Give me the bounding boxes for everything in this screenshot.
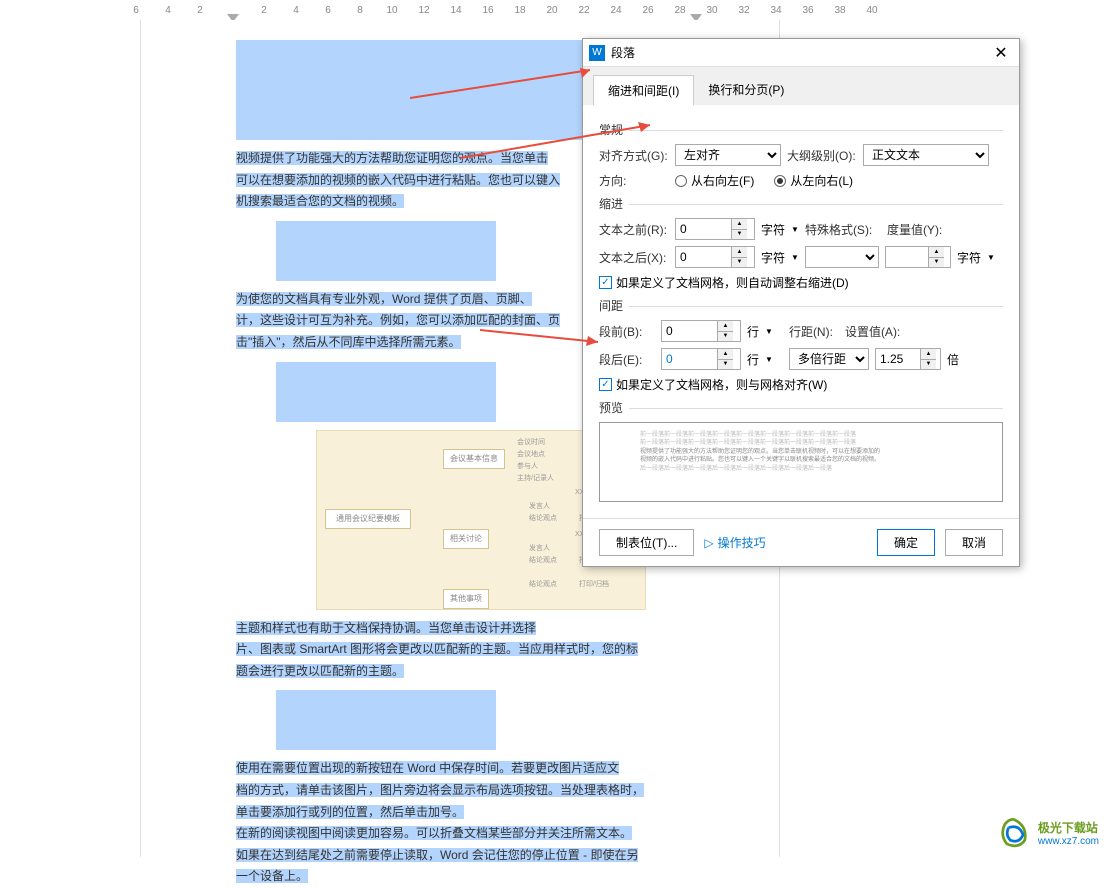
radio-icon <box>675 175 687 187</box>
paragraph[interactable]: 在新的阅读视图中阅读更加容易。可以折叠文档某些部分并关注所需文本。 <box>236 823 699 845</box>
dialog-title: 段落 <box>611 44 989 61</box>
paragraph[interactable]: 主题和样式也有助于文档保持协调。当您单击设计并选择 <box>236 618 699 640</box>
line-spacing-label: 行距(N): <box>789 323 839 340</box>
annotation-arrow <box>410 50 610 100</box>
special-format-select[interactable] <box>805 246 879 268</box>
line-spacing-select[interactable]: 多倍行距 <box>789 348 869 370</box>
watermark: 极光下载站 www.xz7.com <box>996 815 1099 851</box>
tips-link[interactable]: ▷ 操作技巧 <box>704 534 765 551</box>
chevron-down-icon[interactable]: ▼ <box>791 253 799 262</box>
special-format-label: 特殊格式(S): <box>805 221 881 238</box>
outline-label: 大纲级别(O): <box>787 147 857 164</box>
paragraph[interactable]: 档的方式，请单击该图片，图片旁边将会显示布局选项按钮。当处理表格时， <box>236 780 699 802</box>
direction-rtl-radio[interactable]: 从右向左(F) <box>675 172 754 189</box>
close-button[interactable]: ✕ <box>989 41 1013 65</box>
outline-select[interactable]: 正文文本 <box>863 144 989 166</box>
text-before-spinner[interactable]: ▲▼ <box>675 218 755 240</box>
selected-block <box>276 690 496 750</box>
paragraph[interactable]: 单击要添加行或列的位置，然后单击加号。 <box>236 802 699 824</box>
setting-value-label: 设置值(A): <box>845 323 905 340</box>
spinner-up-icon[interactable]: ▲ <box>921 349 936 360</box>
dialog-titlebar[interactable]: W 段落 ✕ <box>583 39 1019 67</box>
spinner-up-icon[interactable]: ▲ <box>732 219 747 230</box>
spinner-down-icon[interactable]: ▼ <box>718 360 733 370</box>
selected-block <box>276 362 496 422</box>
text-after-label: 文本之后(X): <box>599 249 669 266</box>
direction-label: 方向: <box>599 172 669 189</box>
alignment-select[interactable]: 左对齐 <box>675 144 781 166</box>
setting-value-spinner[interactable]: ▲▼ <box>875 348 941 370</box>
chevron-down-icon[interactable]: ▼ <box>791 225 799 234</box>
watermark-logo-icon <box>996 815 1032 851</box>
section-preview: 预览 <box>599 399 1003 416</box>
spinner-up-icon[interactable]: ▲ <box>718 321 733 332</box>
chevron-down-icon[interactable]: ▼ <box>765 355 773 364</box>
spinner-up-icon[interactable]: ▲ <box>929 247 944 258</box>
spinner-down-icon[interactable]: ▼ <box>732 230 747 240</box>
spinner-down-icon[interactable]: ▼ <box>732 258 747 268</box>
auto-adjust-checkbox[interactable]: ✓ 如果定义了文档网格，则自动调整右缩进(D) <box>599 274 1003 291</box>
spinner-down-icon[interactable]: ▼ <box>718 332 733 342</box>
paragraph[interactable]: 片、图表或 SmartArt 图形将会更改以匹配新的主题。当应用样式时，您的标 <box>236 639 699 661</box>
section-indent: 缩进 <box>599 195 1003 212</box>
play-icon: ▷ <box>704 536 713 550</box>
paragraph[interactable]: 题会进行更改以匹配新的主题。 <box>236 661 699 683</box>
paragraph[interactable]: 如果在达到结尾处之前需要停止读取，Word 会记住您的停止位置 - 即使在另 <box>236 845 699 867</box>
paragraph[interactable]: 一个设备上。 <box>236 866 699 888</box>
chevron-down-icon[interactable]: ▼ <box>765 327 773 336</box>
paragraph[interactable]: 使用在需要位置出现的新按钮在 Word 中保存时间。若要更改图片适应文 <box>236 758 699 780</box>
space-before-spinner[interactable]: ▲▼ <box>661 320 741 342</box>
section-spacing: 间距 <box>599 297 1003 314</box>
text-after-spinner[interactable]: ▲▼ <box>675 246 755 268</box>
chevron-down-icon[interactable]: ▼ <box>987 253 995 262</box>
measure-spinner[interactable]: ▲▼ <box>885 246 951 268</box>
spinner-down-icon[interactable]: ▼ <box>929 258 944 268</box>
radio-icon <box>774 175 786 187</box>
ok-button[interactable]: 确定 <box>877 529 935 556</box>
space-after-spinner[interactable]: ▲▼ <box>661 348 741 370</box>
measure-label: 度量值(Y): <box>887 221 947 238</box>
spinner-up-icon[interactable]: ▲ <box>718 349 733 360</box>
direction-ltr-radio[interactable]: 从左向右(L) <box>774 172 853 189</box>
preview-panel: 前一段落前一段落前一段落前一段落前一段落前一段落前一段落前一段落前一段落 前一段… <box>599 422 1003 502</box>
tab-line-page-breaks[interactable]: 换行和分页(P) <box>694 75 798 105</box>
annotation-arrow <box>480 300 610 360</box>
text-before-label: 文本之前(R): <box>599 221 669 238</box>
spinner-down-icon[interactable]: ▼ <box>921 360 936 370</box>
cancel-button[interactable]: 取消 <box>945 529 1003 556</box>
snap-grid-checkbox[interactable]: ✓ 如果定义了文档网格，则与网格对齐(W) <box>599 376 1003 393</box>
spinner-up-icon[interactable]: ▲ <box>732 247 747 258</box>
checkbox-icon: ✓ <box>599 378 612 391</box>
tabs-button[interactable]: 制表位(T)... <box>599 529 694 556</box>
annotation-arrow <box>460 100 660 160</box>
checkbox-icon: ✓ <box>599 276 612 289</box>
selected-block <box>276 221 496 281</box>
